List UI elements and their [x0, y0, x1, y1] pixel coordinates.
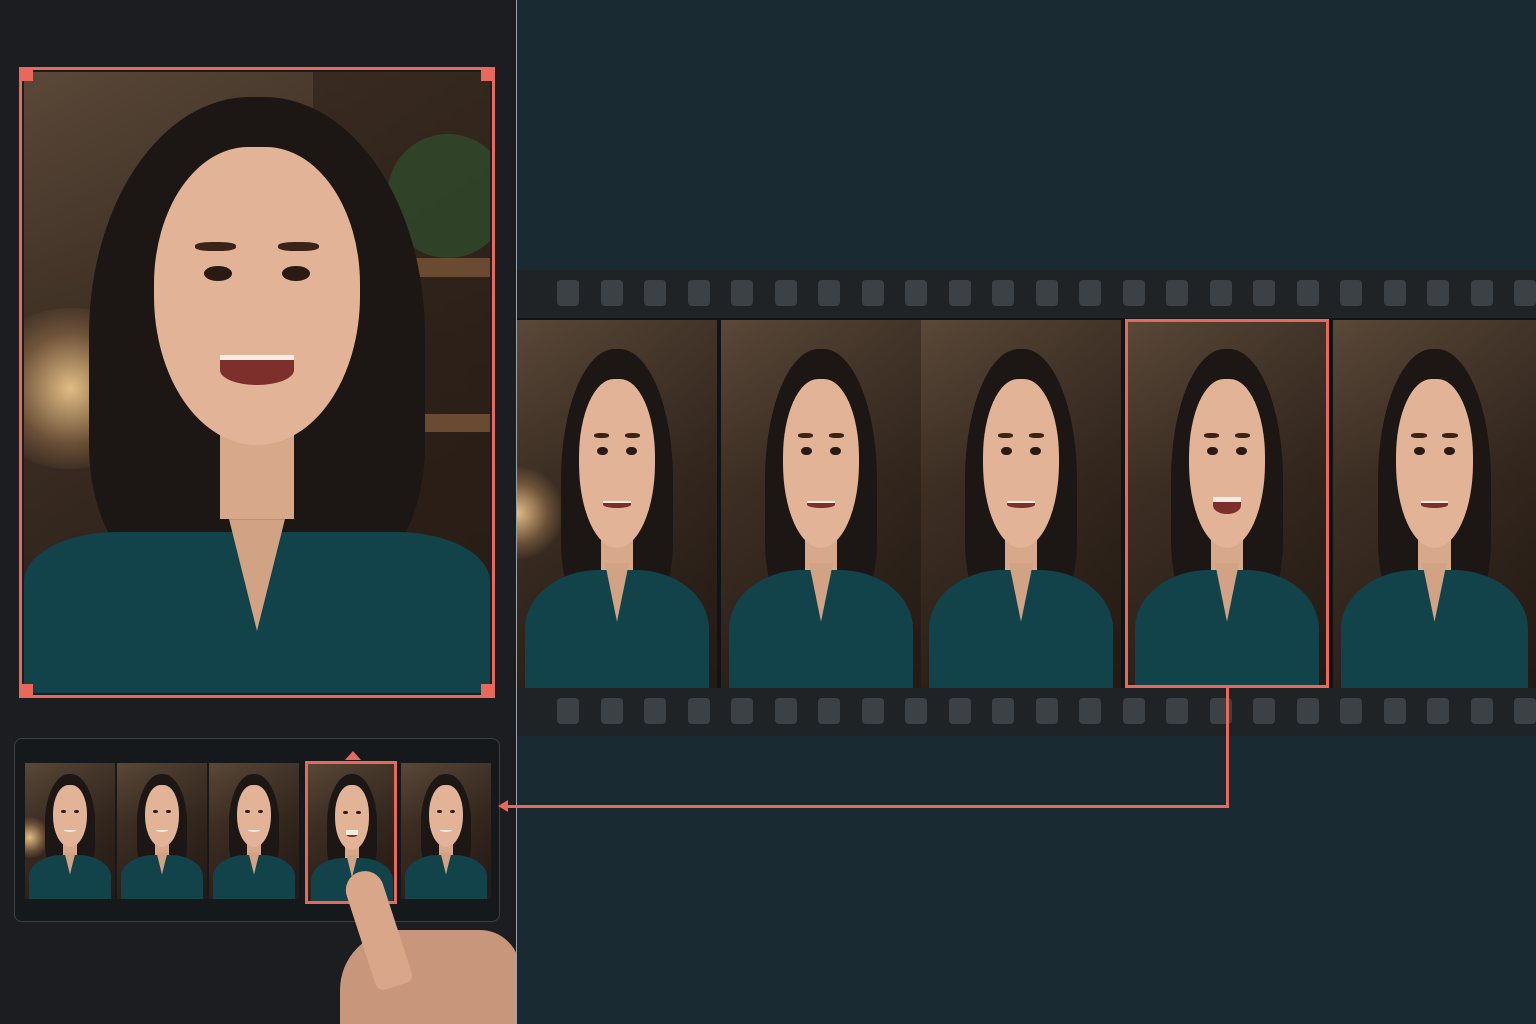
- film-perforation: [600, 280, 623, 306]
- arrow-left-icon: [498, 800, 508, 812]
- crop-corner-icon[interactable]: [19, 684, 33, 698]
- film-perforation: [731, 698, 753, 724]
- crop-corner-icon[interactable]: [19, 67, 33, 81]
- film-perforation: [861, 280, 884, 306]
- film-perforation: [644, 280, 666, 306]
- film-perforation: [1340, 280, 1362, 306]
- film-perforation: [905, 280, 927, 306]
- film-perforation: [1470, 698, 1493, 724]
- film-perforation: [1253, 280, 1275, 306]
- film-perforation: [1470, 280, 1493, 306]
- main-preview-frame: [24, 72, 490, 693]
- film-perforation: [818, 698, 840, 724]
- film-perforation: [1383, 698, 1406, 724]
- film-perforation: [687, 698, 710, 724]
- filmstrip-selection: [1125, 319, 1329, 688]
- filmstrip-frame-1[interactable]: [517, 320, 717, 688]
- film-perforation: [1427, 280, 1449, 306]
- preview-panel: [0, 0, 517, 1024]
- film-perforation: [905, 698, 927, 724]
- filmstrip-perforations-bottom: [517, 688, 1536, 736]
- film-perforation: [1122, 698, 1145, 724]
- connector-line: [1226, 688, 1229, 808]
- film-perforation: [731, 280, 753, 306]
- caret-up-icon: [345, 751, 361, 760]
- film-perforation: [1383, 280, 1406, 306]
- thumbnail-frame-5[interactable]: [401, 763, 491, 899]
- film-perforation: [1166, 280, 1188, 306]
- film-perforation: [1035, 698, 1058, 724]
- crop-corner-icon[interactable]: [481, 67, 495, 81]
- film-perforation: [644, 698, 666, 724]
- filmstrip-perforations-top: [517, 270, 1536, 318]
- film-perforation: [1035, 280, 1058, 306]
- film-perforation: [1253, 698, 1275, 724]
- film-perforation: [948, 280, 971, 306]
- film-perforation: [774, 698, 797, 724]
- thumbnail-frame-3[interactable]: [209, 763, 299, 899]
- film-perforation: [1514, 280, 1536, 306]
- film-perforation: [1340, 698, 1362, 724]
- film-perforation: [1296, 280, 1319, 306]
- film-perforation: [1296, 698, 1319, 724]
- film-perforation: [1079, 280, 1101, 306]
- film-perforation: [948, 698, 971, 724]
- film-perforation: [1079, 698, 1101, 724]
- film-perforation: [1209, 280, 1232, 306]
- film-perforation: [1514, 698, 1536, 724]
- thumbnail-frame-2[interactable]: [117, 763, 207, 899]
- filmstrip-frame-2[interactable]: [721, 320, 921, 688]
- film-perforation: [1122, 280, 1145, 306]
- filmstrip-frame-5[interactable]: [1333, 320, 1536, 688]
- film-perforation: [557, 698, 579, 724]
- connector-line: [506, 805, 1229, 808]
- filmstrip: [517, 270, 1536, 736]
- filmstrip-frame-3[interactable]: [921, 320, 1121, 688]
- film-perforation: [600, 698, 623, 724]
- film-perforation: [992, 698, 1014, 724]
- film-perforation: [818, 280, 840, 306]
- thumbnail-tray: [14, 738, 500, 922]
- film-perforation: [861, 698, 884, 724]
- film-perforation: [557, 280, 579, 306]
- thumbnail-frame-1[interactable]: [25, 763, 115, 899]
- film-perforation: [1166, 698, 1188, 724]
- crop-corner-icon[interactable]: [481, 684, 495, 698]
- film-perforation: [687, 280, 710, 306]
- film-perforation: [992, 280, 1014, 306]
- film-perforation: [774, 280, 797, 306]
- film-perforation: [1427, 698, 1449, 724]
